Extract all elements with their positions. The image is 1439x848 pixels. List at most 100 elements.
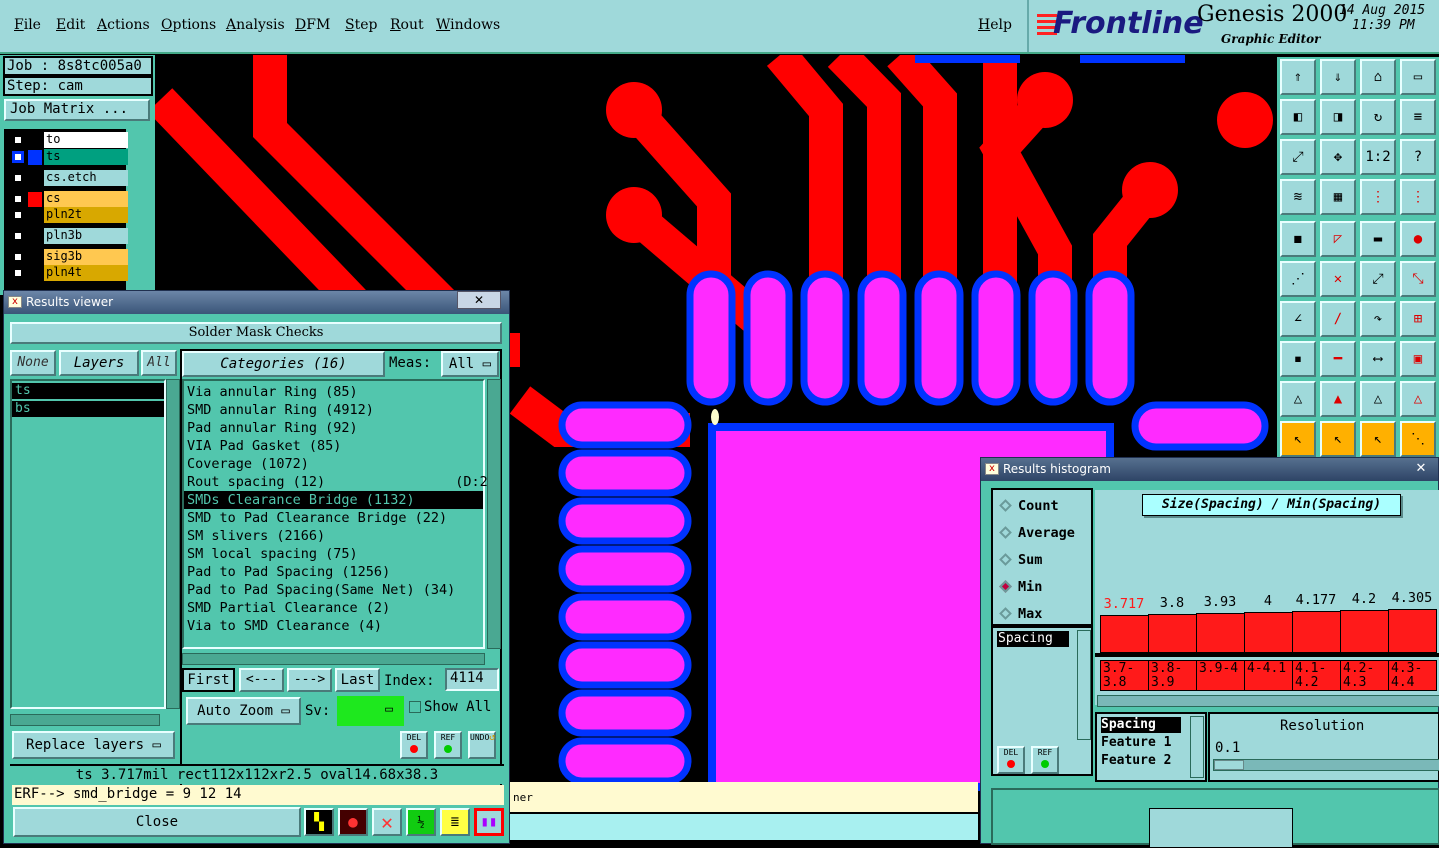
histogram-bar[interactable] [1196,613,1245,653]
last-button[interactable]: Last [335,668,380,692]
erf-disabled-icon[interactable]: ✕ [372,808,402,836]
bin-range-label[interactable]: 3.9-4 [1196,660,1245,691]
bin-range-label[interactable]: 4-4.1 [1244,660,1293,691]
histogram-bar[interactable] [1244,612,1293,653]
categories-hscrollbar[interactable] [182,653,485,665]
layer-row-cs[interactable]: cs [10,191,128,208]
center-icon[interactable]: ● [1400,221,1436,257]
close-window-button[interactable]: ✕ [1406,458,1436,476]
menu-options[interactable]: Options [161,17,216,33]
next-button[interactable]: ---> [287,668,332,692]
cross-icon[interactable]: ✕ [1320,261,1356,297]
histogram-bar[interactable] [1340,610,1389,653]
previous-button[interactable]: <--- [239,668,284,692]
list-item[interactable]: Spacing [997,631,1069,647]
zoom-fit-icon[interactable]: ⤢ [1280,139,1316,175]
window-icon[interactable]: ▭ [1400,59,1436,95]
field-list-scrollbar[interactable] [1190,716,1204,778]
trace-icon[interactable]: ━ [1320,341,1356,377]
numbering-icon[interactable]: ½ [406,808,436,836]
categories-scrollbar[interactable] [487,379,501,649]
layer-checkbox[interactable] [12,230,24,242]
category-item[interactable]: Pad to Pad Spacing (1256) [184,563,483,581]
home-icon[interactable]: ⌂ [1360,59,1396,95]
snap-icon[interactable]: ⋮ [1360,179,1396,215]
severity-color-dropdown[interactable]: ▭ [337,696,404,726]
layer-results-list[interactable]: ts bs [10,379,166,709]
move-up-icon[interactable]: ⇑ [1280,59,1316,95]
triangle2-icon[interactable]: ▲ [1320,381,1356,417]
delete-button[interactable]: DEL [400,731,428,759]
select-box-icon[interactable]: ↖ [1320,421,1356,457]
slider-thumb[interactable] [1214,760,1244,770]
tab-all[interactable]: All [141,350,177,376]
move-down-icon[interactable]: ⇓ [1320,59,1356,95]
pan-left-icon[interactable]: ◧ [1280,99,1316,135]
category-item[interactable]: Pad to Pad Spacing(Same Net) (34) [184,581,483,599]
histogram-icon[interactable]: ▮▮ [474,808,504,836]
close-button[interactable]: Close [13,807,301,837]
layer-row-pln4t[interactable]: pln4t [10,265,128,282]
layer-checkbox[interactable] [12,267,24,279]
layer-row-pln3b[interactable]: pln3b [10,228,128,245]
menu-dfm[interactable]: DFM [295,17,330,33]
menu-help[interactable]: Help [978,17,1012,33]
histogram-hscrollbar[interactable] [1097,695,1439,707]
list-item[interactable]: bs [12,401,164,417]
list-item[interactable]: Feature 1 [1101,735,1171,750]
route2-icon[interactable]: ⤡ [1400,261,1436,297]
category-item[interactable]: Pad annular Ring (92) [184,419,483,437]
rotate-icon[interactable]: ↻ [1360,99,1396,135]
menu-windows[interactable]: Windows [436,17,500,33]
fill-icon[interactable]: ⊞ [1400,301,1436,337]
triangle-icon[interactable]: △ [1280,381,1316,417]
category-item[interactable]: SM local spacing (75) [184,545,483,563]
category-item[interactable]: SMD Partial Clearance (2) [184,599,483,617]
reference-button[interactable]: REF [1031,746,1059,774]
category-item[interactable]: SMDs Clearance Bridge (1132) [184,491,483,509]
settings-icon[interactable]: ≋ [1280,179,1316,215]
category-item[interactable]: Via annular Ring (85) [184,383,483,401]
layer-checkbox[interactable] [12,193,24,205]
category-item[interactable]: Coverage (1072) [184,455,483,473]
list-item[interactable]: Feature 2 [1101,753,1171,768]
category-item[interactable]: SMD to Pad Clearance Bridge (22) [184,509,483,527]
triangle3-icon[interactable]: △ [1360,381,1396,417]
snap-pad-icon[interactable]: ⋮ [1400,179,1436,215]
close-window-button[interactable]: ✕ [457,291,501,309]
menu-edit[interactable]: Edit [56,17,85,33]
category-item[interactable]: Via to SMD Clearance (4) [184,617,483,635]
triangle4-icon[interactable]: △ [1400,381,1436,417]
layer-row-pln2t[interactable]: pln2t [10,207,128,224]
category-item[interactable]: Rout spacing (12) (D:24) [184,473,504,491]
list-item[interactable]: ts [12,383,164,399]
connect-icon[interactable]: ⋰ [1280,261,1316,297]
bin-range-label[interactable]: 3.8-3.9 [1148,660,1197,691]
menu-actions[interactable]: Actions [97,17,150,33]
marker-icon[interactable]: ● [338,808,368,836]
auto-zoom-dropdown[interactable]: Auto Zoom ▭ [186,697,301,725]
measure-list-scrollbar[interactable] [1077,630,1091,740]
compare-icon[interactable]: ▚ [304,808,334,836]
job-matrix-button[interactable]: Job Matrix ... [4,99,150,121]
arc-icon[interactable]: ↷ [1360,301,1396,337]
categories-button[interactable]: Categories (16) [182,351,385,377]
grid-icon[interactable]: ▦ [1320,179,1356,215]
angle-icon[interactable]: ∠ [1280,301,1316,337]
mode-radio-sum[interactable]: Sum [999,552,1042,568]
resolution-slider[interactable] [1213,759,1439,771]
category-item[interactable]: SMD annular Ring (4912) [184,401,483,419]
results-viewer-titlebar[interactable]: x Results viewer ✕ [4,291,509,314]
route-icon[interactable]: ⤢ [1360,261,1396,297]
category-item[interactable]: VIA Pad Gasket (85) [184,437,483,455]
line-icon[interactable]: ∕ [1320,301,1356,337]
select-net-icon[interactable]: ↖ [1360,421,1396,457]
layer-checkbox[interactable] [12,172,24,184]
zoom-scale-icon[interactable]: 1:2 [1360,139,1396,175]
layer-row-ts[interactable]: ts [10,149,128,166]
tab-layers[interactable]: Layers [59,350,139,376]
select-multi-icon[interactable]: ⋱ [1400,421,1436,457]
bin-range-label[interactable]: 3.7-3.8 [1100,660,1149,691]
bin-range-label[interactable]: 4.2-4.3 [1340,660,1389,691]
histogram-bar[interactable] [1100,615,1149,653]
